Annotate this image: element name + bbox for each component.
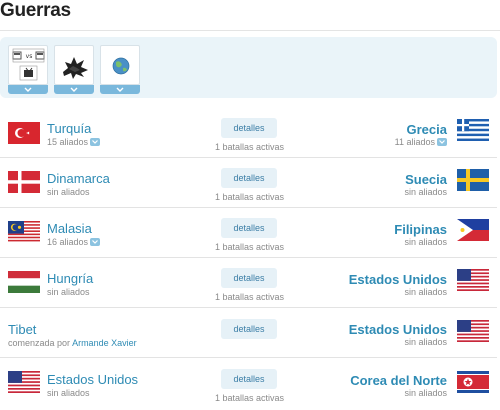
attacker-allies: sin aliados (47, 187, 90, 197)
details-button[interactable]: detalles (221, 168, 277, 188)
hungary-flag (8, 271, 40, 293)
war-row: Turquía 15 aliados detalles 1 batallas a… (0, 108, 497, 158)
vs-label: vs (26, 53, 33, 60)
chevron-down-icon (116, 87, 124, 92)
war-row: Malasia 16 aliados detalles 1 batallas a… (0, 208, 497, 258)
started-by-prefix: comenzada por (8, 338, 71, 348)
details-button[interactable]: detalles (221, 319, 277, 339)
tool-world-dropdown[interactable] (100, 85, 140, 94)
war-row: Tibet comenzada por Armande Xavier detal… (0, 308, 497, 358)
chevron-down-icon (92, 139, 98, 144)
defender-allies: sin aliados (404, 388, 447, 398)
explosion-icon (54, 45, 94, 85)
usa-flag (457, 269, 489, 291)
chevron-down-icon (92, 239, 98, 244)
defender-country[interactable]: Grecia (407, 122, 447, 137)
started-by-user[interactable]: Armande Xavier (72, 338, 137, 348)
tool-versus-dropdown[interactable] (8, 85, 48, 94)
defender-allies: sin aliados (404, 287, 447, 297)
defender-country[interactable]: Estados Unidos (349, 322, 447, 337)
attacker-country[interactable]: Hungría (47, 271, 93, 286)
attacker-allies: sin aliados (47, 287, 90, 297)
attacker-country[interactable]: Dinamarca (47, 171, 110, 186)
north-korea-flag (457, 371, 489, 393)
malaysia-flag (8, 221, 40, 243)
defender-country[interactable]: Filipinas (394, 222, 447, 237)
attacker-country[interactable]: Estados Unidos (47, 372, 138, 387)
active-battles: 1 batallas activas (214, 142, 285, 152)
defender-country[interactable]: Estados Unidos (349, 272, 447, 287)
turkey-flag (8, 122, 40, 144)
usa-flag (8, 371, 40, 393)
war-row: Dinamarca sin aliados detalles 1 batalla… (0, 158, 497, 208)
tool-battle[interactable] (54, 45, 94, 94)
details-button[interactable]: detalles (221, 118, 277, 138)
page-title: Guerras (0, 0, 71, 21)
chevron-down-icon (70, 87, 78, 92)
war-row: Hungría sin aliados detalles 1 batallas … (0, 258, 497, 308)
allies-dropdown[interactable] (90, 237, 101, 246)
details-button[interactable]: detalles (221, 268, 277, 288)
attacker-country[interactable]: Malasia (47, 221, 92, 236)
active-battles: 1 batallas activas (214, 192, 285, 202)
defender-allies: 11 aliados (394, 137, 435, 147)
philippines-flag (457, 219, 489, 241)
allies-dropdown[interactable] (437, 137, 447, 146)
war-row: Estados Unidos sin aliados detalles 1 ba… (0, 358, 497, 408)
title-divider (0, 30, 500, 31)
defender-allies: sin aliados (404, 237, 447, 247)
allies-dropdown[interactable] (90, 137, 101, 146)
details-button[interactable]: detalles (221, 218, 277, 238)
globe-icon (100, 45, 140, 85)
chevron-down-icon (24, 87, 32, 92)
greece-flag (457, 119, 489, 141)
defender-allies: sin aliados (404, 337, 447, 347)
tool-world[interactable] (100, 45, 140, 94)
attacker-country[interactable]: Tibet (8, 322, 36, 337)
defender-allies: sin aliados (404, 187, 447, 197)
usa-flag (457, 320, 489, 342)
tool-versus[interactable]: vs (8, 45, 48, 94)
details-button[interactable]: detalles (221, 369, 277, 389)
attacker-allies: 15 aliados (47, 137, 89, 147)
defender-country[interactable]: Suecia (405, 172, 447, 187)
tool-battle-dropdown[interactable] (54, 85, 94, 94)
chevron-down-icon (439, 139, 445, 144)
denmark-flag (8, 171, 40, 193)
sweden-flag (457, 169, 489, 191)
attacker-country[interactable]: Turquía (47, 121, 91, 136)
active-battles: 1 batallas activas (214, 292, 285, 302)
active-battles: 1 batallas activas (214, 242, 285, 252)
attacker-allies: sin aliados (47, 388, 90, 398)
versus-icon: vs (8, 45, 48, 85)
war-toolbar: vs (0, 37, 497, 98)
active-battles: 1 batallas activas (214, 393, 285, 403)
attacker-allies: 16 aliados (47, 237, 89, 247)
defender-country[interactable]: Corea del Norte (350, 373, 447, 388)
